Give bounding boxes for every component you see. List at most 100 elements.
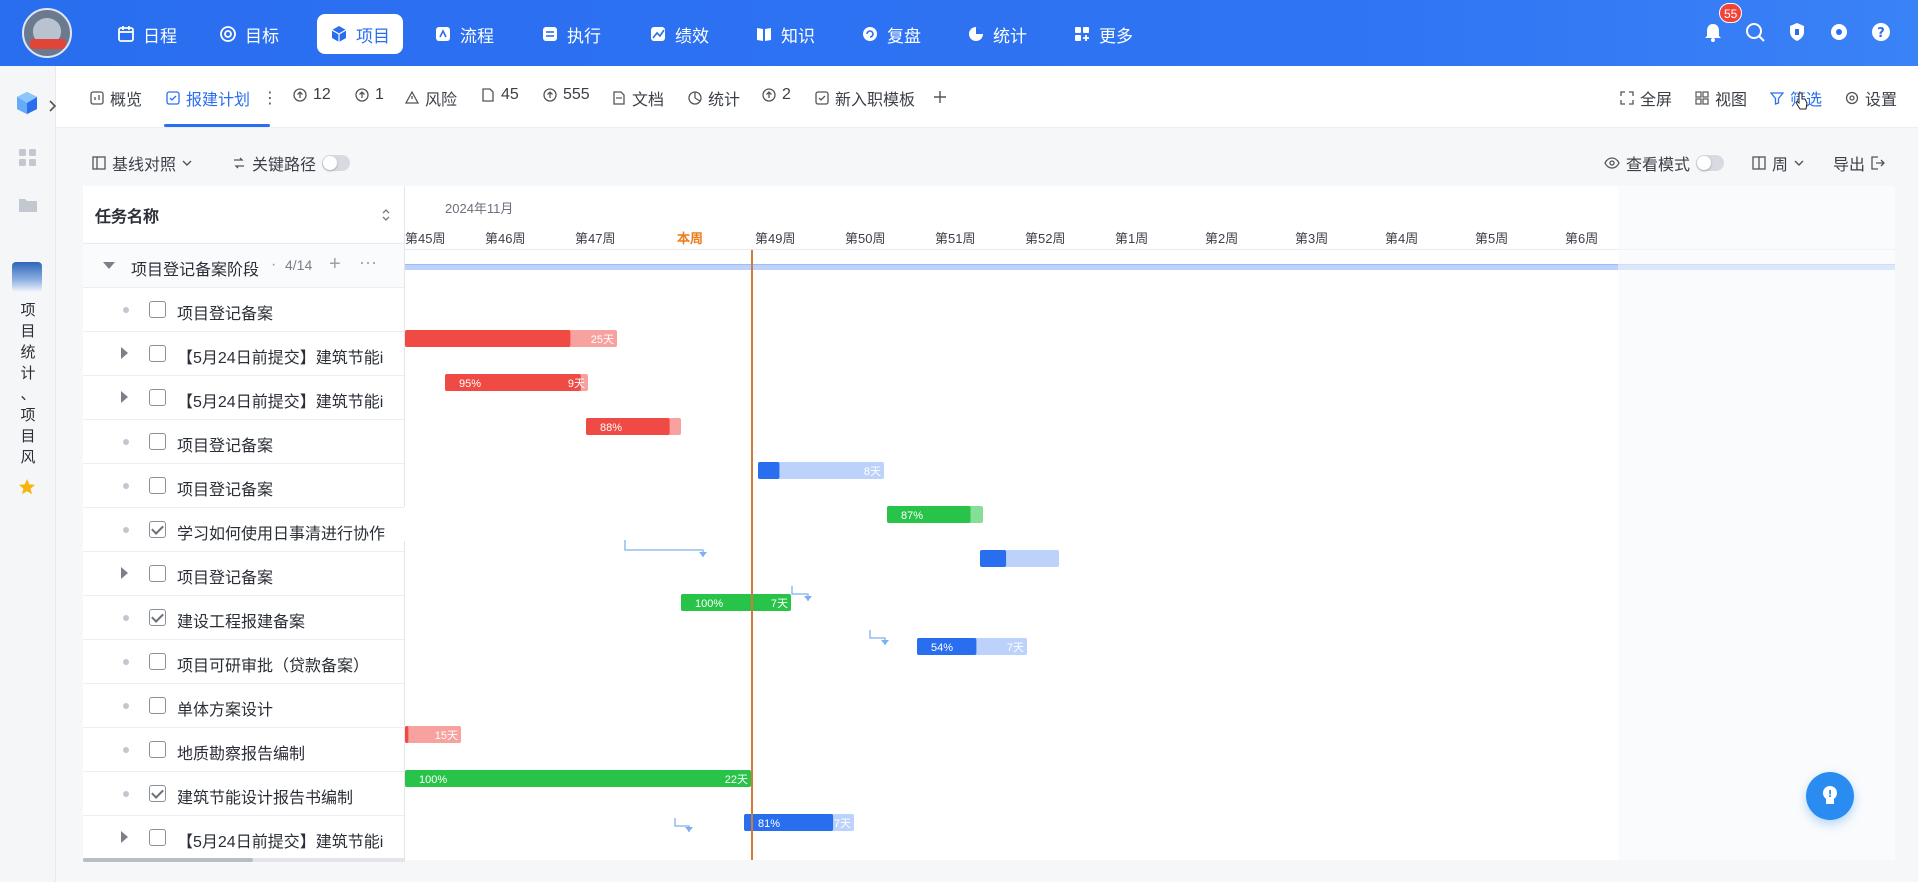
task-name[interactable]: 【5月24日前提交】建筑节能i [177,344,383,368]
gantt-bar[interactable] [980,550,1059,567]
critical-path-switch[interactable] [322,155,351,171]
collapse-arrow-icon[interactable] [103,262,115,269]
gantt-bar[interactable]: 81% 7天 [744,814,854,831]
nav-item-performance[interactable]: 绩效 [636,14,722,54]
task-checkbox[interactable] [149,521,166,538]
task-checkbox[interactable] [149,565,166,582]
tab-555[interactable]: 555 [543,86,590,104]
task-row[interactable]: 项目登记备案 [83,552,404,596]
shield-icon[interactable] [1786,21,1808,43]
task-row[interactable]: 地质勘察报告编制 [83,728,404,772]
nav-item-more[interactable]: 更多 [1060,14,1146,54]
task-name[interactable]: 建设工程报建备案 [177,608,305,632]
nav-item-execute[interactable]: 执行 [528,14,614,54]
task-name[interactable]: 建筑节能设计报告书编制 [177,784,353,808]
nav-item-flow[interactable]: 流程 [421,14,507,54]
task-checkbox[interactable] [149,697,166,714]
gantt-bar[interactable]: 15天 [405,726,461,743]
task-name[interactable]: 项目可研审批（贷款备案） [177,652,369,676]
project-cube-icon[interactable] [14,90,40,116]
task-name[interactable]: 【5月24日前提交】建筑节能i [177,828,383,852]
app-logo[interactable] [22,8,72,58]
tab-more-icon[interactable]: ⋮ [262,88,278,108]
horizontal-scrollbar[interactable] [83,858,405,862]
task-row[interactable]: 学习如何使用日事清进行协作 [83,508,404,552]
task-row[interactable]: 项目登记备案 [83,420,404,464]
add-task-icon[interactable]: + [329,253,341,276]
add-tab-icon[interactable] [932,89,948,105]
tab-documents[interactable]: 文档 [612,86,664,110]
tab-statistics[interactable]: 统计 [688,86,740,110]
critical-path-toggle[interactable]: 关键路径 [232,151,351,175]
task-row[interactable]: 建设工程报建备案 [83,596,404,640]
view-mode-switch[interactable] [1696,155,1725,171]
expand-arrow-icon[interactable] [121,347,128,359]
task-checkbox[interactable] [149,301,166,318]
task-name[interactable]: 地质勘察报告编制 [177,740,305,764]
assistant-button[interactable]: ! [1806,772,1854,820]
tab-2[interactable]: 2 [762,86,791,104]
task-row[interactable]: 【5月24日前提交】建筑节能i [83,376,404,420]
task-checkbox[interactable] [149,741,166,758]
task-name[interactable]: 单体方案设计 [177,696,273,720]
expand-arrow-icon[interactable] [121,831,128,843]
settings-button[interactable]: 设置 [1845,86,1897,110]
search-icon[interactable] [1744,21,1766,43]
nav-item-knowledge[interactable]: 知识 [742,14,828,54]
task-group-row[interactable]: 项目登记备案阶段 · 4/14 + ··· [83,244,404,288]
task-name[interactable]: 项目登记备案 [177,432,273,456]
project-thumbnail[interactable] [12,262,42,292]
tab-risk[interactable]: 风险 [405,86,457,110]
task-row[interactable]: 项目登记备案 [83,288,404,332]
export-button[interactable]: 导出 [1833,151,1885,175]
view-mode-toggle[interactable]: 查看模式 [1604,151,1725,175]
tab-1[interactable]: 1 [355,86,384,104]
gantt-bar[interactable]: 87% [887,506,983,523]
sort-icon[interactable] [381,208,391,222]
task-row[interactable]: 建筑节能设计报告书编制 [83,772,404,816]
task-row[interactable]: 【5月24日前提交】建筑节能i [83,816,404,860]
expand-arrow-icon[interactable] [121,391,128,403]
tab-45[interactable]: 45 [481,86,519,104]
task-checkbox[interactable] [149,785,166,802]
task-checkbox[interactable] [149,345,166,362]
gantt-bar[interactable]: 25天 [405,330,617,347]
task-name[interactable]: 学习如何使用日事清进行协作 [177,520,385,544]
task-row[interactable]: 项目可研审批（贷款备案） [83,640,404,684]
apps-icon[interactable] [18,148,38,168]
gantt-bar[interactable]: 100% 22天 [405,770,751,787]
gantt-bar[interactable]: 8天 [758,462,884,479]
gantt-bar[interactable]: 54% 7天 [917,638,1027,655]
baseline-compare-dropdown[interactable]: 基线对照 [92,151,192,175]
fullscreen-button[interactable]: 全屏 [1620,86,1672,110]
task-checkbox[interactable] [149,609,166,626]
task-checkbox[interactable] [149,477,166,494]
star-icon[interactable] [18,478,36,496]
expand-arrow-icon[interactable] [121,567,128,579]
gantt-bar[interactable]: 100% 7天 [681,594,791,611]
task-name[interactable]: 项目登记备案 [177,300,273,324]
nav-item-goal[interactable]: 目标 [206,14,292,54]
nav-item-project[interactable]: 项目 [317,14,403,54]
tab-onboarding-template[interactable]: 新入职模板 [815,86,915,110]
nav-item-review[interactable]: 复盘 [848,14,934,54]
task-row[interactable]: 【5月24日前提交】建筑节能i [83,332,404,376]
tab-overview[interactable]: 概览 [90,86,142,110]
task-checkbox[interactable] [149,829,166,846]
gear-icon[interactable] [1828,21,1850,43]
task-name[interactable]: 【5月24日前提交】建筑节能i [177,388,383,412]
bell-icon[interactable] [1702,21,1724,43]
task-checkbox[interactable] [149,653,166,670]
view-button[interactable]: 视图 [1695,86,1747,110]
task-checkbox[interactable] [149,433,166,450]
tab-construction-plan[interactable]: 报建计划 ⋮ [166,86,278,110]
help-icon[interactable]: ? [1870,21,1892,43]
task-checkbox[interactable] [149,389,166,406]
gantt-bar[interactable]: 95% 9天 [445,374,588,391]
task-name[interactable]: 项目登记备案 [177,564,273,588]
project-name-vertical[interactable]: 项目统计、项目风 [18,300,38,468]
more-options-icon[interactable]: ··· [359,252,377,273]
tab-12[interactable]: 12 [293,86,331,104]
folder-icon[interactable] [18,196,38,214]
gantt-bar[interactable]: 88% [586,418,681,435]
